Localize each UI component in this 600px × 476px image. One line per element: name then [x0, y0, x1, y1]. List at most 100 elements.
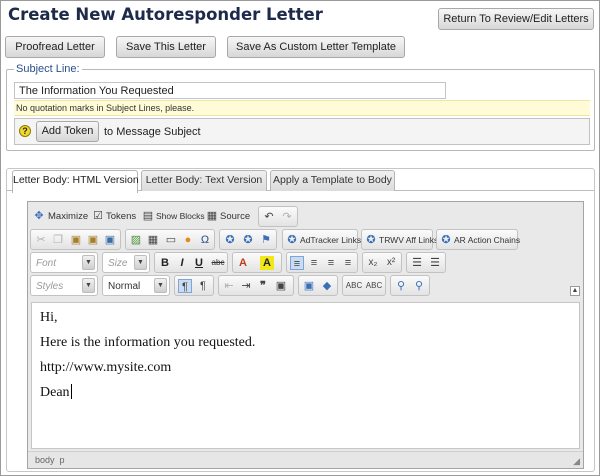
align-group: ≡ ≡ ≡ ≡: [286, 252, 358, 273]
show-blocks-icon[interactable]: ▤: [141, 209, 155, 223]
font-select[interactable]: Font ▼: [30, 252, 98, 273]
paste-icon[interactable]: ▣: [69, 233, 83, 247]
div-container-icon[interactable]: ▣: [274, 279, 288, 293]
adtracker-label: AdTracker Links: [300, 235, 362, 245]
chevron-down-icon: ▼: [134, 255, 147, 270]
return-to-review-button[interactable]: Return To Review/Edit Letters: [438, 8, 594, 30]
styles-select[interactable]: Styles ▼: [30, 275, 98, 296]
strikethrough-button[interactable]: abc: [209, 256, 227, 270]
undo-redo-group: ↶ ↷: [258, 206, 298, 227]
add-token-button[interactable]: Add Token: [36, 121, 99, 142]
trwv-icon: ✪: [366, 234, 376, 246]
horizontal-rule-icon[interactable]: ▭: [164, 233, 178, 247]
copy-icon[interactable]: ❐: [51, 233, 65, 247]
proofread-button[interactable]: Proofread Letter: [5, 36, 105, 58]
tokens-button[interactable]: Tokens: [106, 210, 136, 223]
ar-chains-label: AR Action Chains: [454, 235, 521, 245]
collapse-toolbar-icon[interactable]: ▲: [570, 286, 580, 296]
tabs-bar: Letter Body: HTML Version Letter Body: T…: [7, 169, 594, 193]
adtracker-icon: ✪: [287, 234, 297, 246]
save-letter-button[interactable]: Save This Letter: [116, 36, 216, 58]
text-color-icon[interactable]: A: [236, 256, 250, 270]
align-right-icon[interactable]: ≡: [324, 256, 338, 270]
tab-apply-template[interactable]: Apply a Template to Body: [270, 170, 395, 191]
align-center-icon[interactable]: ≡: [307, 256, 321, 270]
ltr-icon[interactable]: ¶: [178, 279, 192, 293]
chevron-down-icon: ▼: [82, 255, 95, 270]
trwv-aff-links-button[interactable]: ✪ TRWV Aff Links: [361, 229, 438, 250]
link-group: ✪ ✪ ⚑: [219, 229, 277, 250]
subject-line-hint: No quotation marks in Subject Lines, ple…: [14, 100, 590, 116]
subject-line-input[interactable]: [14, 82, 446, 99]
help-icon[interactable]: ?: [19, 125, 31, 137]
rtl-icon[interactable]: ¶: [196, 279, 210, 293]
html-editor: ✥ Maximize ☑ Tokens ▤ Show Blocks ▦ Sour…: [27, 201, 584, 469]
token-suffix-label: to Message Subject: [104, 126, 201, 138]
chevron-down-icon: ▼: [82, 278, 95, 293]
link-icon[interactable]: ✪: [223, 233, 237, 247]
spellcheck-as-you-type-icon[interactable]: ABC: [365, 279, 383, 293]
tab-html-version[interactable]: Letter Body: HTML Version: [12, 170, 139, 193]
styles-select-label: Styles: [36, 281, 64, 292]
cut-icon[interactable]: ✂: [34, 233, 48, 247]
special-char-icon[interactable]: Ω: [198, 233, 212, 247]
smiley-icon[interactable]: ●: [181, 233, 195, 247]
subject-line-legend: Subject Line:: [14, 63, 82, 76]
editor-line: http://www.mysite.com: [40, 360, 172, 375]
bold-button[interactable]: B: [158, 256, 172, 270]
image-icon[interactable]: ▨: [129, 233, 143, 247]
source-button[interactable]: Source: [220, 210, 250, 223]
format-select[interactable]: Normal ▼: [102, 275, 170, 296]
align-left-icon[interactable]: ≡: [290, 256, 304, 270]
redo-icon[interactable]: ↷: [280, 210, 294, 224]
page-title: Create New Autoresponder Letter: [8, 5, 323, 24]
italic-button[interactable]: I: [175, 256, 189, 270]
insert-group: ▨ ▦ ▭ ● Ω: [125, 229, 215, 250]
ar-chains-icon: ✪: [441, 234, 451, 246]
spellcheck-icon[interactable]: ABC: [345, 279, 363, 293]
paste-text-icon[interactable]: ▣: [86, 233, 100, 247]
spellcheck-group: ABC ABC: [342, 275, 386, 296]
maximize-icon[interactable]: ✥: [32, 209, 46, 223]
tokens-icon[interactable]: ☑: [91, 209, 105, 223]
numbered-list-icon[interactable]: ☰: [410, 256, 424, 270]
clipboard-group: ✂ ❐ ▣ ▣ ▣: [30, 229, 121, 250]
table-icon[interactable]: ▦: [146, 233, 160, 247]
direction-group: ¶ ¶: [174, 275, 214, 296]
underline-button[interactable]: U: [192, 256, 206, 270]
editor-content[interactable]: Hi, Here is the information you requeste…: [31, 302, 580, 449]
indent-icon[interactable]: ⇥: [239, 279, 253, 293]
background-color-icon[interactable]: A: [260, 256, 274, 270]
outdent-icon[interactable]: ⇤: [222, 279, 236, 293]
adtracker-links-button[interactable]: ✪ AdTracker Links: [282, 229, 362, 250]
bulleted-list-icon[interactable]: ☰: [428, 256, 442, 270]
element-path: body p: [35, 455, 65, 465]
ar-action-chains-button[interactable]: ✪ AR Action Chains: [436, 229, 521, 250]
trwv-label: TRWV Aff Links: [379, 235, 439, 245]
blockquote-icon[interactable]: ❞: [256, 279, 270, 293]
undo-icon[interactable]: ↶: [262, 210, 276, 224]
select-all-icon[interactable]: ▣: [302, 279, 316, 293]
paste-word-icon[interactable]: ▣: [103, 233, 117, 247]
subject-line-fieldset: Subject Line: No quotation marks in Subj…: [6, 63, 595, 151]
resize-grip-icon[interactable]: ◢: [573, 456, 580, 466]
remove-format-icon[interactable]: ◆: [320, 279, 334, 293]
anchor-flag-icon[interactable]: ⚑: [259, 233, 273, 247]
find-icon[interactable]: ⚲: [394, 279, 408, 293]
source-icon[interactable]: ▦: [205, 209, 219, 223]
list-group: ☰ ☰: [406, 252, 446, 273]
unlink-icon[interactable]: ✪: [241, 233, 255, 247]
replace-icon[interactable]: ⚲: [412, 279, 426, 293]
subscript-icon[interactable]: x₂: [366, 256, 380, 270]
save-custom-template-button[interactable]: Save As Custom Letter Template: [227, 36, 405, 58]
maximize-button[interactable]: Maximize: [48, 210, 88, 223]
select-clear-group: ▣ ◆: [298, 275, 338, 296]
align-justify-icon[interactable]: ≡: [341, 256, 355, 270]
letter-body-tabs: Letter Body: HTML Version Letter Body: T…: [6, 168, 595, 472]
size-select[interactable]: Size ▼: [102, 252, 150, 273]
show-blocks-button[interactable]: Show Blocks: [156, 210, 205, 223]
tab-text-version[interactable]: Letter Body: Text Version: [141, 170, 267, 191]
format-select-label: Normal: [108, 281, 141, 292]
script-group: x₂ x²: [362, 252, 402, 273]
superscript-icon[interactable]: x²: [384, 256, 398, 270]
